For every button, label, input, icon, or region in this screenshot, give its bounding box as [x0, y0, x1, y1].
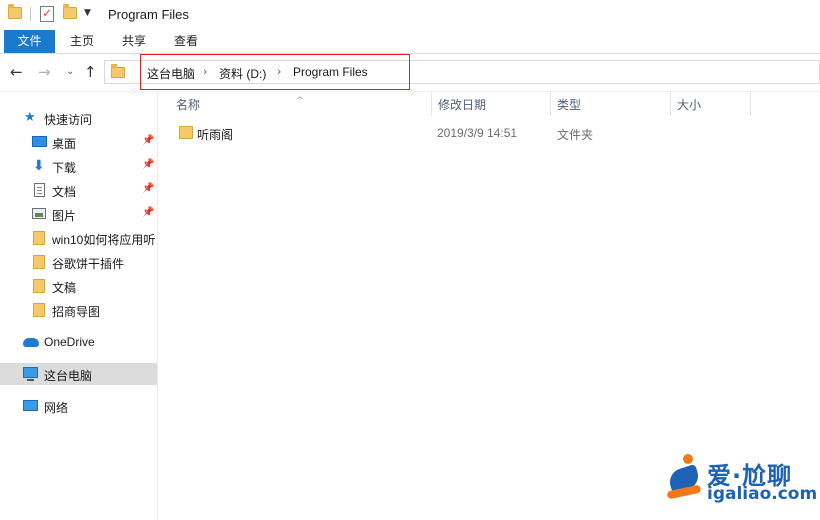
sidebar-item-folder[interactable]: 谷歌饼干插件 — [0, 251, 157, 273]
sidebar-item-label: OneDrive — [44, 335, 95, 349]
tab-home[interactable]: 主页 — [60, 30, 104, 53]
column-header-label: 大小 — [677, 98, 702, 112]
column-header-modified[interactable]: 修改日期 — [432, 92, 550, 116]
sidebar-item-label: 谷歌饼干插件 — [52, 257, 125, 271]
tab-view[interactable]: 查看 — [164, 30, 208, 53]
sidebar-item-label: 这台电脑 — [44, 369, 93, 383]
sidebar-item-folder[interactable]: win10如何将应用听 — [0, 227, 157, 249]
sidebar-item-label: 图片 — [52, 209, 77, 223]
properties-icon[interactable] — [40, 6, 54, 22]
column-header-label: 修改日期 — [438, 98, 487, 112]
sidebar-item-folder[interactable]: 招商导图 — [0, 299, 157, 321]
sidebar-item-label: 快速访问 — [44, 113, 93, 127]
sidebar-item-label: 招商导图 — [52, 305, 101, 319]
folder-icon — [33, 279, 45, 293]
star-icon: ★ — [24, 110, 36, 125]
window-title: Program Files — [108, 7, 189, 22]
breadcrumb-chevron-icon[interactable]: › — [203, 65, 207, 78]
site-watermark: 爱·尬聊 igaliao.com — [620, 448, 820, 516]
watermark-url: igaliao.com — [707, 484, 818, 504]
breadcrumb-program-files[interactable]: Program Files — [293, 65, 368, 79]
up-arrow-icon[interactable]: ↑ — [84, 63, 97, 81]
breadcrumb-this-pc[interactable]: 这台电脑 — [147, 65, 195, 82]
watermark-logo-icon — [665, 454, 705, 504]
toolbar-divider — [30, 7, 31, 21]
navigation-pane: ★ 快速访问 桌面 📌 ⬇ 下载 📌 文档 📌 图片 📌 win10如何将应用听… — [0, 92, 158, 520]
file-name: 听雨阁 — [197, 128, 234, 142]
sidebar-item-label: 桌面 — [52, 137, 77, 151]
forward-arrow-icon[interactable]: → — [38, 63, 51, 81]
ribbon-tabs: 文件 主页 共享 查看 — [0, 30, 820, 54]
folder-icon — [8, 4, 22, 19]
file-modified-date: 2019/3/9 14:51 — [437, 126, 518, 140]
folder-icon — [179, 126, 193, 139]
breadcrumb-chevron-icon[interactable]: › — [277, 65, 281, 78]
folder-icon — [111, 64, 125, 78]
column-header-type[interactable]: 类型 — [551, 92, 669, 116]
desktop-icon — [32, 136, 47, 147]
sidebar-item-label: 文稿 — [52, 281, 77, 295]
new-folder-icon[interactable] — [63, 4, 77, 19]
sidebar-item-documents[interactable]: 文档 📌 — [0, 179, 157, 201]
pin-icon: 📌 — [142, 135, 155, 146]
sidebar-item-label: 文档 — [52, 185, 77, 199]
sidebar-item-desktop[interactable]: 桌面 📌 — [0, 131, 157, 153]
network-icon — [23, 400, 38, 411]
back-arrow-icon[interactable]: ← — [10, 63, 23, 81]
pin-icon: 📌 — [142, 159, 155, 170]
column-divider[interactable] — [750, 92, 751, 116]
sidebar-item-label: 下载 — [52, 161, 77, 175]
sidebar-item-quick-access[interactable]: ★ 快速访问 — [0, 107, 157, 129]
picture-icon — [32, 208, 46, 219]
folder-icon — [33, 303, 45, 317]
sidebar-item-label: 网络 — [44, 401, 69, 415]
tab-share[interactable]: 共享 — [112, 30, 156, 53]
sidebar-item-onedrive[interactable]: OneDrive — [0, 331, 157, 353]
cloud-icon — [23, 338, 39, 347]
sidebar-item-downloads[interactable]: ⬇ 下载 📌 — [0, 155, 157, 177]
tab-file[interactable]: 文件 — [4, 30, 55, 53]
customize-toolbar-dropdown-icon[interactable]: ▼ — [84, 8, 91, 18]
folder-icon — [33, 255, 45, 269]
sidebar-item-pictures[interactable]: 图片 📌 — [0, 203, 157, 225]
sort-ascending-icon: ^ — [296, 96, 304, 106]
column-header-name[interactable]: ^ 名称 — [158, 92, 420, 116]
folder-icon — [33, 231, 45, 245]
computer-icon — [23, 367, 38, 381]
pin-icon: 📌 — [142, 207, 155, 218]
download-icon: ⬇ — [33, 158, 45, 174]
navigation-bar: ← → ⌄ ↑ 这台电脑 › 资料 (D:) › Program Files — [0, 54, 820, 92]
column-header-size[interactable]: 大小 — [671, 92, 749, 116]
file-type: 文件夹 — [557, 128, 594, 142]
table-row[interactable]: 听雨阁 2019/3/9 14:51 文件夹 — [172, 123, 772, 145]
pin-icon: 📌 — [142, 183, 155, 194]
document-icon — [34, 183, 45, 197]
column-header-label: 名称 — [176, 98, 201, 112]
column-header-label: 类型 — [557, 98, 582, 112]
address-bar[interactable]: 这台电脑 › 资料 (D:) › Program Files — [104, 60, 820, 84]
recent-locations-chevron-icon[interactable]: ⌄ — [66, 66, 74, 77]
sidebar-item-network[interactable]: 网络 — [0, 395, 157, 417]
breadcrumb-drive-d[interactable]: 资料 (D:) — [219, 65, 266, 82]
title-bar: ▼ Program Files — [0, 0, 820, 30]
sidebar-item-this-pc[interactable]: 这台电脑 — [0, 363, 157, 385]
sidebar-item-label: win10如何将应用听 — [52, 233, 156, 247]
sidebar-item-folder[interactable]: 文稿 — [0, 275, 157, 297]
